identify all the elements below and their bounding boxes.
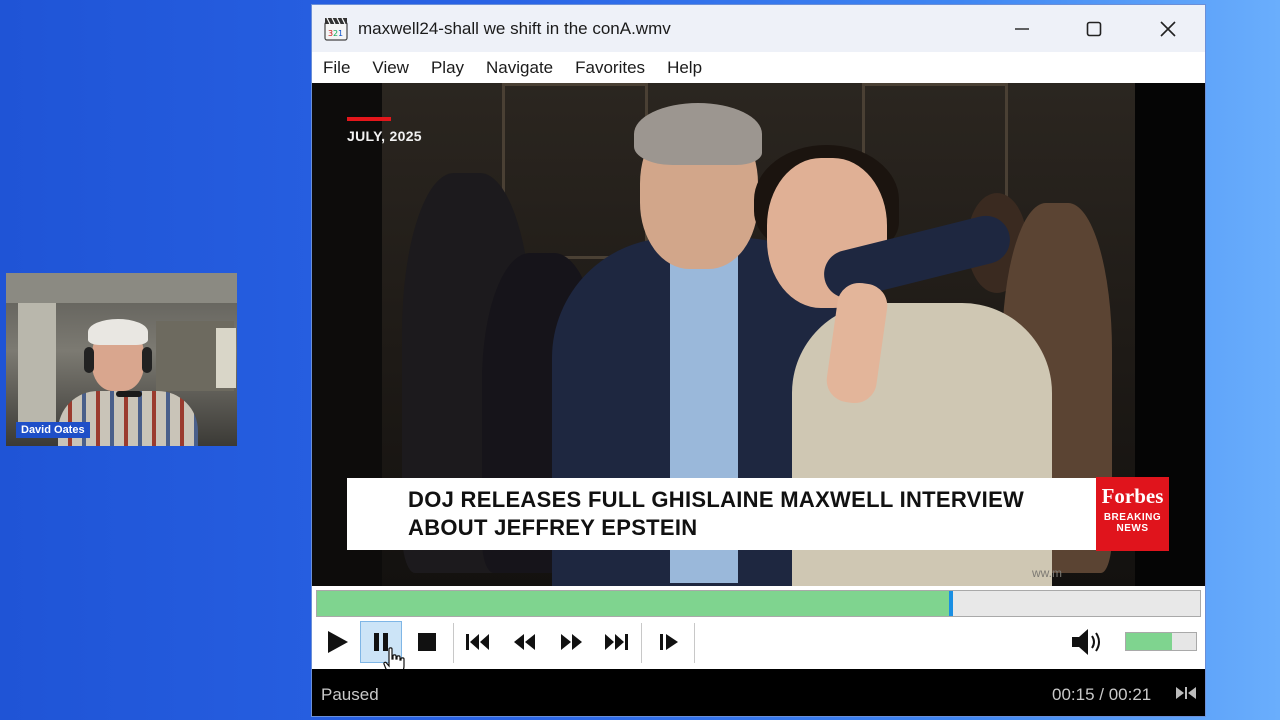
separator [453,623,454,663]
brand-name: Forbes [1101,484,1164,508]
fast-forward-button[interactable] [550,621,592,663]
media-player-app-icon: 3 2 1 [324,17,348,41]
menu-view[interactable]: View [361,58,420,78]
separator [641,623,642,663]
title-bar[interactable]: 3 2 1 maxwell24-shall we shift in the co… [312,5,1205,52]
media-player-window: 3 2 1 maxwell24-shall we shift in the co… [311,4,1206,717]
minimize-button[interactable] [986,5,1058,52]
seek-bar-progress [317,591,950,616]
close-icon [1160,20,1176,37]
status-bar: Paused 00:15 / 00:21 [312,669,1205,716]
svg-text:1: 1 [338,29,343,38]
date-accent-bar [347,117,391,121]
video-frame[interactable]: JULY, 2025 DOJ RELEASES FULL GHISLAINE M… [312,83,1205,586]
mute-button[interactable] [1067,621,1109,663]
menu-bar: File View Play Navigate Favorites Help [312,52,1205,83]
menu-file[interactable]: File [312,58,361,78]
microphone-icon [116,391,142,397]
headline: DOJ RELEASES FULL GHISLAINE MAXWELL INTE… [408,487,1025,540]
brand-sub-1: BREAKING [1103,512,1162,523]
webcam-name-label: David Oates [16,422,90,438]
playback-state: Paused [321,685,379,704]
menu-play[interactable]: Play [420,58,475,78]
volume-slider[interactable] [1125,632,1197,651]
maximize-icon [1086,21,1102,36]
webcam-person-hair [88,319,148,345]
separator [694,623,695,663]
stop-button[interactable] [406,621,448,663]
rewind-icon [514,634,535,650]
play-button[interactable] [316,621,358,663]
menu-navigate[interactable]: Navigate [475,58,564,78]
controls-panel [312,586,1205,675]
skip-back-icon [466,634,489,650]
webcam-wall [6,273,237,303]
close-button[interactable] [1132,5,1204,52]
lower-third-banner: DOJ RELEASES FULL GHISLAINE MAXWELL INTE… [347,478,1097,550]
stop-icon [418,633,436,651]
skip-forward-icon [605,634,628,650]
seek-bar-thumb[interactable] [949,591,954,616]
rewind-button[interactable] [504,621,546,663]
seek-bar[interactable] [316,590,1201,617]
speaker-icon [1072,629,1100,655]
webcam-overlay: David Oates [6,273,237,446]
headset-icon [142,347,152,373]
menu-help[interactable]: Help [656,58,713,78]
maximize-button[interactable] [1058,5,1130,52]
play-icon [328,631,348,653]
skip-back-button[interactable] [458,621,500,663]
webcam-door [18,303,56,433]
date-label: JULY, 2025 [347,128,422,144]
man-hair [634,103,762,165]
fast-forward-icon [561,634,582,650]
frame-step-button[interactable] [648,621,690,663]
playback-time: 00:15 / 00:21 [1052,685,1152,704]
photo-watermark: ww.m [1032,566,1062,580]
window-title: maxwell24-shall we shift in the conA.wmv [358,19,671,38]
background-window [502,83,648,259]
menu-favorites[interactable]: Favorites [564,58,656,78]
frame-step-icon [660,634,678,650]
minimize-icon [1015,27,1029,30]
forbes-logo: Forbes BREAKING NEWS [1096,477,1169,551]
skip-forward-button[interactable] [594,621,636,663]
headset-icon [84,347,94,373]
brand-sub-2: NEWS [1116,523,1149,534]
webcam-light [216,328,236,388]
volume-level [1126,633,1173,650]
network-status-icon [1176,687,1196,699]
